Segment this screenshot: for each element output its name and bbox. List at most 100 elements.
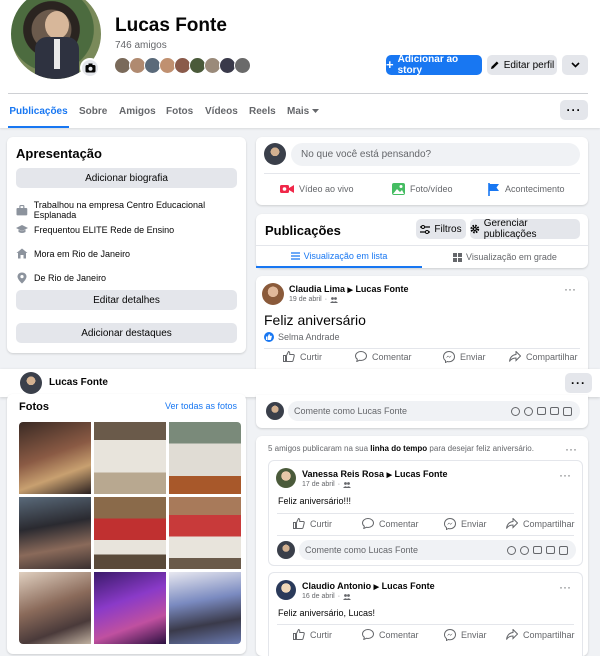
comment-input[interactable]: Comente como Lucas Fonte [299, 540, 576, 560]
camera-icon[interactable] [537, 407, 546, 415]
post-date[interactable]: 19 de abril [289, 296, 322, 303]
like-button[interactable]: Curtir [283, 351, 322, 362]
post-date[interactable]: 17 de abril [302, 481, 335, 488]
life-event-button[interactable]: Acontecimento [488, 179, 565, 199]
edit-profile-button[interactable]: Editar perfil [487, 55, 557, 75]
filters-button[interactable]: Filtros [416, 219, 466, 239]
list-view-tab[interactable]: Visualização em lista [256, 246, 422, 268]
sticky-more-button[interactable]: ··· [565, 373, 592, 393]
avatar-sticker-icon[interactable] [507, 545, 516, 555]
tabs-more-button[interactable]: ··· [560, 100, 588, 120]
post-more-button[interactable]: ··· [559, 581, 571, 593]
photo-thumbnail[interactable] [94, 572, 166, 644]
from-link[interactable]: Rio de Janeiro [48, 273, 106, 283]
photo-thumbnail[interactable] [169, 497, 241, 569]
photo-thumbnail[interactable] [169, 422, 241, 494]
like-button[interactable]: Curtir [293, 629, 332, 640]
add-story-button[interactable]: + Adicionar ao story [386, 54, 482, 76]
post-more-button[interactable]: ··· [559, 469, 571, 481]
photo-thumbnail[interactable] [94, 422, 166, 494]
like-button[interactable]: Curtir [293, 518, 332, 529]
composer-divider [264, 173, 580, 174]
study-link[interactable]: ELITE Rede de Ensino [83, 225, 175, 235]
tab-fotos[interactable]: Fotos [166, 106, 193, 117]
post-target[interactable]: Lucas Fonte [382, 581, 435, 591]
tab-publicacoes[interactable]: Publicações [8, 96, 69, 128]
edit-details-button[interactable]: Editar detalhes [16, 290, 237, 310]
plus-icon: + [386, 57, 394, 72]
photo-thumbnail[interactable] [19, 497, 91, 569]
photo-thumbnail[interactable] [94, 497, 166, 569]
see-all-photos-link[interactable]: Ver todas as fotos [165, 401, 237, 411]
like-reaction-icon [264, 332, 274, 342]
friends-icon [343, 481, 352, 488]
comment-button[interactable]: Comentar [362, 518, 419, 529]
sticky-avatar[interactable] [20, 372, 42, 394]
post-date[interactable]: 16 de abril [302, 593, 335, 600]
more-options-button[interactable] [562, 55, 588, 75]
post-target[interactable]: Lucas Fonte [394, 469, 447, 479]
gif-icon[interactable] [550, 407, 559, 415]
posts-title: Publicações [265, 223, 341, 238]
post-author[interactable]: Vanessa Reis Rosa [302, 469, 384, 479]
friends-icon [330, 296, 339, 303]
photo-thumbnail[interactable] [19, 422, 91, 494]
add-highlights-button[interactable]: Adicionar destaques [16, 323, 237, 343]
composer-avatar[interactable] [264, 143, 286, 165]
camera-icon[interactable] [533, 546, 542, 554]
tab-reels[interactable]: Reels [249, 106, 276, 117]
emoji-icon[interactable] [520, 545, 529, 555]
photo-video-button[interactable]: Foto/vídeo [392, 179, 453, 199]
comment-button[interactable]: Comentar [355, 351, 412, 362]
friend-avatars[interactable] [114, 57, 251, 74]
briefcase-icon [16, 204, 28, 215]
live-video-button[interactable]: Vídeo ao vivo [280, 179, 354, 199]
comment-button[interactable]: Comentar [362, 629, 419, 640]
sticky-name[interactable]: Lucas Fonte [49, 377, 108, 388]
reaction-summary[interactable]: Selma Andrade [264, 332, 340, 342]
photo-thumbnail[interactable] [19, 572, 91, 644]
emoji-icon[interactable] [524, 406, 533, 416]
send-button[interactable]: Enviar [443, 351, 486, 363]
post-actions-divider [264, 348, 580, 349]
friends-count[interactable]: 746 amigos [115, 40, 167, 51]
sticker-icon[interactable] [559, 545, 568, 555]
tab-sobre[interactable]: Sobre [79, 106, 107, 117]
composer-input[interactable]: No que você está pensando? [291, 143, 580, 166]
group-more-button[interactable]: ··· [565, 443, 577, 455]
sticky-profile-bar: Lucas Fonte ··· [0, 369, 600, 397]
friend-avatar[interactable] [234, 57, 251, 74]
timeline-link[interactable]: linha do tempo [370, 444, 427, 453]
post-author[interactable]: Claudio Antonio [302, 581, 371, 591]
share-button[interactable]: Compartilhar [506, 629, 575, 640]
avatar-sticker-icon[interactable] [511, 406, 520, 416]
home-icon [16, 248, 28, 259]
edit-profile-label: Editar perfil [503, 59, 555, 71]
post-target[interactable]: Lucas Fonte [355, 284, 408, 294]
post-text: Feliz aniversário [264, 312, 366, 328]
arrow-right-icon: ▶ [373, 584, 380, 591]
send-button[interactable]: Enviar [444, 518, 487, 530]
share-button[interactable]: Compartilhar [509, 351, 578, 362]
post-author-avatar[interactable] [276, 580, 296, 600]
tab-mais[interactable]: Mais [287, 106, 320, 117]
manage-posts-button[interactable]: Gerenciar publicações [470, 218, 580, 240]
gif-icon[interactable] [546, 546, 555, 554]
lives-link[interactable]: Rio de Janeiro [72, 249, 130, 259]
post-author-avatar[interactable] [276, 468, 296, 488]
nested-post: Vanessa Reis Rosa ▶ Lucas Fonte 17 de ab… [268, 460, 583, 566]
send-button[interactable]: Enviar [444, 629, 487, 641]
add-bio-button[interactable]: Adicionar biografia [16, 168, 237, 188]
post-more-button[interactable]: ··· [564, 283, 576, 295]
tab-videos[interactable]: Vídeos [205, 106, 238, 117]
tab-amigos[interactable]: Amigos [119, 106, 156, 117]
grid-view-tab[interactable]: Visualização em grade [422, 246, 588, 268]
comment-icon [362, 629, 374, 640]
sticker-icon[interactable] [563, 406, 572, 416]
camera-icon[interactable] [80, 58, 100, 78]
share-button[interactable]: Compartilhar [506, 518, 575, 529]
photo-thumbnail[interactable] [169, 572, 241, 644]
comment-input[interactable]: Comente como Lucas Fonte [288, 401, 580, 421]
post-author-avatar[interactable] [262, 283, 284, 305]
post-author[interactable]: Claudia Lima [289, 284, 345, 294]
